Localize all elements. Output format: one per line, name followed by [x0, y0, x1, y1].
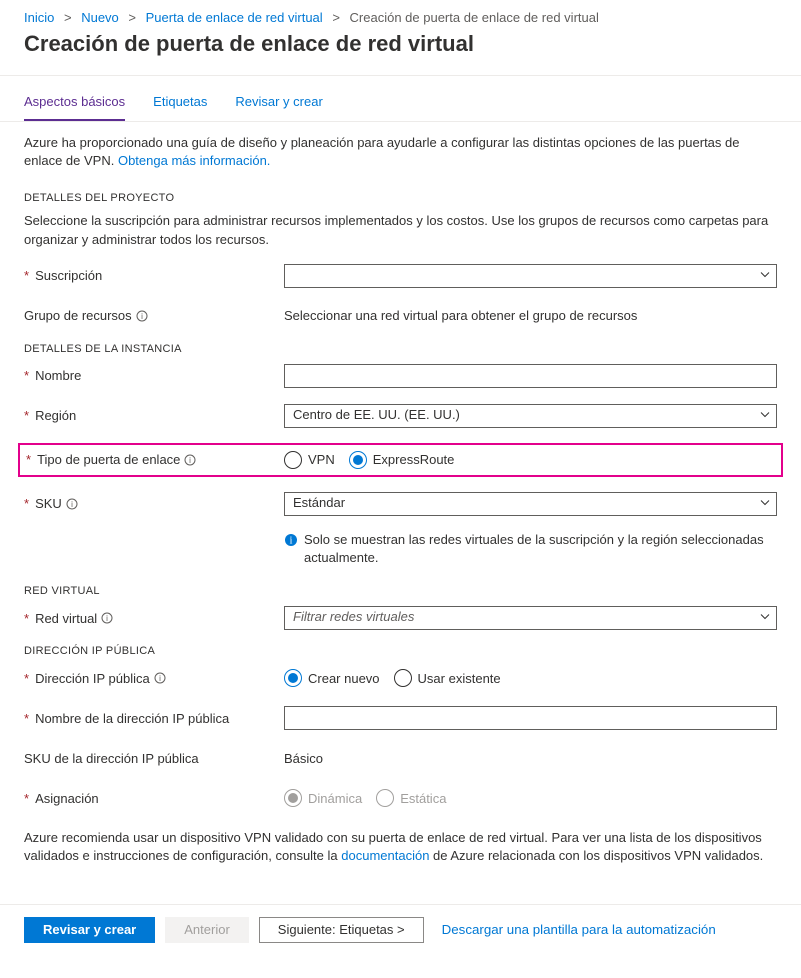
assignment-static-radio: Estática: [376, 789, 446, 807]
svg-text:i: i: [141, 312, 143, 321]
svg-text:i: i: [190, 456, 192, 465]
public-ip-label: *Dirección IP pública i: [24, 671, 284, 686]
section-public-ip-header: DIRECCIÓN IP PÚBLICA: [24, 645, 777, 657]
intro-text: Azure ha proporcionado una guía de diseñ…: [24, 134, 777, 170]
subscription-label: *Suscripción: [24, 268, 284, 283]
svg-text:i: i: [290, 535, 293, 546]
info-icon[interactable]: i: [66, 498, 78, 510]
svg-text:i: i: [106, 614, 108, 623]
vnet-select[interactable]: Filtrar redes virtuales: [284, 606, 777, 630]
region-label: *Región: [24, 408, 284, 423]
gateway-type-label: *Tipo de puerta de enlace i: [24, 452, 284, 467]
page-title: Creación de puerta de enlace de red virt…: [0, 29, 801, 75]
public-ip-sku-label: SKU de la dirección IP pública: [24, 751, 284, 766]
vnet-filter-note: i Solo se muestran las redes virtuales d…: [284, 531, 777, 567]
public-ip-name-input[interactable]: [284, 706, 777, 730]
breadcrumb-link-1[interactable]: Nuevo: [81, 10, 119, 25]
info-icon[interactable]: i: [154, 672, 166, 684]
tab-review[interactable]: Revisar y crear: [235, 94, 322, 121]
section-project-desc: Seleccione la suscripción para administr…: [24, 212, 777, 248]
download-template-link[interactable]: Descargar una plantilla para la automati…: [442, 922, 716, 937]
breadcrumb-current: Creación de puerta de enlace de red virt…: [350, 10, 599, 25]
tabs: Aspectos básicos Etiquetas Revisar y cre…: [0, 76, 801, 122]
region-select[interactable]: Centro de EE. UU. (EE. UU.): [284, 404, 777, 428]
info-icon[interactable]: i: [101, 612, 113, 624]
chevron-right-icon: >: [128, 10, 136, 25]
public-ip-use-existing-radio[interactable]: Usar existente: [394, 669, 501, 687]
name-label: *Nombre: [24, 368, 284, 383]
resource-group-value: Seleccionar una red virtual para obtener…: [284, 308, 777, 323]
learn-more-link[interactable]: Obtenga más información.: [118, 153, 270, 168]
section-instance-header: DETALLES DE LA INSTANCIA: [24, 343, 777, 355]
info-icon[interactable]: i: [136, 310, 148, 322]
public-ip-name-label: *Nombre de la dirección IP pública: [24, 711, 284, 726]
chevron-right-icon: >: [64, 10, 72, 25]
breadcrumb-link-0[interactable]: Inicio: [24, 10, 54, 25]
info-icon: i: [284, 533, 298, 547]
documentation-link[interactable]: documentación: [341, 848, 429, 863]
assignment-dynamic-radio: Dinámica: [284, 789, 362, 807]
subscription-select[interactable]: [284, 264, 777, 288]
gateway-type-expressroute-radio[interactable]: ExpressRoute: [349, 451, 455, 469]
vnet-label: *Red virtual i: [24, 611, 284, 626]
public-ip-create-new-radio[interactable]: Crear nuevo: [284, 669, 380, 687]
svg-text:i: i: [71, 500, 73, 509]
gateway-type-highlight: *Tipo de puerta de enlace i VPN ExpressR…: [18, 443, 783, 477]
button-bar: Revisar y crear Anterior Siguiente: Etiq…: [0, 904, 801, 963]
chevron-right-icon: >: [332, 10, 340, 25]
review-create-button[interactable]: Revisar y crear: [24, 917, 155, 943]
tab-basics[interactable]: Aspectos básicos: [24, 94, 125, 121]
breadcrumb: Inicio > Nuevo > Puerta de enlace de red…: [0, 0, 801, 29]
previous-button: Anterior: [165, 917, 249, 943]
svg-text:i: i: [159, 674, 161, 683]
gateway-type-vpn-radio[interactable]: VPN: [284, 451, 335, 469]
sku-select[interactable]: Estándar: [284, 492, 777, 516]
sku-label: *SKU i: [24, 496, 284, 511]
section-vnet-header: RED VIRTUAL: [24, 585, 777, 597]
footer-note: Azure recomienda usar un dispositivo VPN…: [24, 829, 777, 865]
assignment-label: *Asignación: [24, 791, 284, 806]
section-project-header: DETALLES DEL PROYECTO: [24, 192, 777, 204]
breadcrumb-link-2[interactable]: Puerta de enlace de red virtual: [146, 10, 323, 25]
info-icon[interactable]: i: [184, 454, 196, 466]
resource-group-label: Grupo de recursos i: [24, 308, 284, 323]
tab-tags[interactable]: Etiquetas: [153, 94, 207, 121]
name-input[interactable]: [284, 364, 777, 388]
public-ip-sku-value: Básico: [284, 751, 777, 766]
next-button[interactable]: Siguiente: Etiquetas >: [259, 917, 424, 943]
